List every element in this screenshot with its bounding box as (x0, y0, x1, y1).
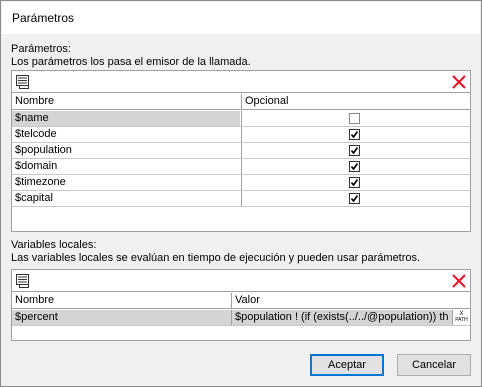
optional-checkbox[interactable] (349, 113, 360, 124)
param-optional-cell (241, 127, 470, 142)
table-row[interactable]: $capital (12, 191, 470, 207)
variable-value-cell[interactable]: $population ! (if (exists(../../@populat… (231, 310, 449, 325)
params-toolbar (12, 71, 470, 93)
variable-name-cell[interactable]: $percent (12, 310, 230, 325)
checkmark-icon (350, 179, 359, 187)
red-x-delete-icon[interactable] (450, 73, 468, 91)
param-optional-cell (241, 175, 470, 190)
params-grid-panel: Nombre Opcional $name $telcode $population… (11, 70, 471, 232)
title-bar: Parámetros (2, 2, 480, 34)
param-name-cell[interactable]: $name (12, 111, 240, 126)
locals-toolbar (12, 270, 470, 292)
red-x-delete-icon[interactable] (450, 272, 468, 290)
params-label: Parámetros: (11, 43, 71, 55)
table-row[interactable]: $timezone (12, 175, 470, 191)
locals-label: Variables locales: (11, 239, 97, 251)
list-add-icon[interactable] (14, 73, 32, 91)
param-name-cell[interactable]: $population (12, 143, 240, 158)
locals-description: Las variables locales se evalúan en tiem… (11, 252, 421, 264)
cancel-button[interactable]: Cancelar (397, 354, 471, 376)
param-name-cell[interactable]: $domain (12, 159, 240, 174)
param-optional-cell (241, 111, 470, 126)
params-grid-header: Nombre Opcional (12, 94, 470, 110)
param-name-cell[interactable]: $telcode (12, 127, 240, 142)
column-header-value[interactable]: Valor (231, 293, 470, 309)
optional-checkbox[interactable] (349, 161, 360, 172)
locals-grid-header: Nombre Valor (12, 293, 470, 309)
checkmark-icon (350, 147, 359, 155)
param-name-cell[interactable]: $capital (12, 191, 240, 206)
param-name-cell[interactable]: $timezone (12, 175, 240, 190)
param-optional-cell (241, 159, 470, 174)
table-row[interactable]: $domain (12, 159, 470, 175)
checkmark-icon (350, 163, 359, 171)
table-row[interactable]: $population (12, 143, 470, 159)
ok-button[interactable]: Aceptar (310, 354, 384, 376)
list-add-icon[interactable] (14, 272, 32, 290)
xpath-button-label: PATH (455, 317, 468, 323)
params-description: Los parámetros los pasa el emisor de la … (11, 56, 251, 68)
table-row[interactable]: $name (12, 111, 470, 127)
checkmark-icon (350, 131, 359, 139)
locals-grid-panel: Nombre Valor $percent $population ! (if … (11, 269, 471, 341)
column-header-name[interactable]: Nombre (12, 293, 230, 309)
param-optional-cell (241, 191, 470, 206)
optional-checkbox[interactable] (349, 145, 360, 156)
dialog-title: Parámetros (12, 11, 75, 25)
table-row[interactable]: $telcode (12, 127, 470, 143)
param-optional-cell (241, 143, 470, 158)
optional-checkbox[interactable] (349, 193, 360, 204)
column-header-name[interactable]: Nombre (12, 94, 240, 110)
column-header-optional[interactable]: Opcional (241, 94, 470, 110)
xpath-editor-button[interactable]: X PATH (452, 310, 470, 325)
parameters-dialog: Parámetros Parámetros: Los parámetros lo… (0, 0, 482, 387)
optional-checkbox[interactable] (349, 177, 360, 188)
table-row[interactable]: $percent $population ! (if (exists(../..… (12, 310, 470, 326)
optional-checkbox[interactable] (349, 129, 360, 140)
checkmark-icon (350, 195, 359, 203)
